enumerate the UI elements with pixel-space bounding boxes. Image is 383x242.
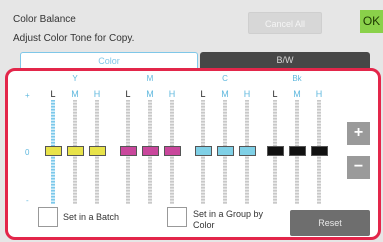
slider-thumb[interactable] bbox=[164, 146, 181, 156]
slider-thumb[interactable] bbox=[89, 146, 106, 156]
channel-header: Y bbox=[72, 74, 78, 83]
tab-bw[interactable]: B/W bbox=[200, 52, 370, 69]
page-title: Color Balance bbox=[13, 14, 76, 25]
slider-thumb[interactable] bbox=[67, 146, 84, 156]
increase-button[interactable]: + bbox=[347, 122, 370, 145]
level-label: H bbox=[168, 89, 176, 99]
level-label: H bbox=[93, 89, 101, 99]
ok-button[interactable]: OK bbox=[360, 10, 383, 33]
reset-button[interactable]: Reset bbox=[290, 210, 370, 236]
slider-thumb[interactable] bbox=[195, 146, 212, 156]
slider-thumb[interactable] bbox=[289, 146, 306, 156]
level-label: L bbox=[272, 89, 278, 99]
scale-minus-label: - bbox=[26, 196, 29, 205]
level-label: M bbox=[71, 89, 79, 99]
tab-color[interactable]: Color bbox=[20, 52, 198, 69]
slider-thumb[interactable] bbox=[217, 146, 234, 156]
set-in-batch-label: Set in a Batch bbox=[63, 212, 120, 222]
level-label: M bbox=[221, 89, 229, 99]
level-label: H bbox=[243, 89, 251, 99]
level-label: L bbox=[125, 89, 131, 99]
decrease-button[interactable]: − bbox=[347, 156, 370, 179]
channel-header: Bk bbox=[292, 74, 302, 83]
scale-plus-label: + bbox=[25, 91, 30, 100]
set-in-group-checkbox[interactable] bbox=[167, 207, 187, 227]
level-label: L bbox=[50, 89, 56, 99]
slider-thumb[interactable] bbox=[239, 146, 256, 156]
channel-header: C bbox=[222, 74, 228, 83]
level-label: M bbox=[293, 89, 301, 99]
slider-thumb[interactable] bbox=[120, 146, 137, 156]
slider-thumb[interactable] bbox=[311, 146, 328, 156]
slider-thumb[interactable] bbox=[267, 146, 284, 156]
set-in-batch-checkbox[interactable] bbox=[38, 207, 58, 227]
level-label: M bbox=[146, 89, 154, 99]
scale-zero-label: 0 bbox=[25, 148, 30, 157]
level-label: L bbox=[200, 89, 206, 99]
channel-header: M bbox=[146, 74, 154, 83]
slider-thumb[interactable] bbox=[142, 146, 159, 156]
slider-thumb[interactable] bbox=[45, 146, 62, 156]
level-label: H bbox=[315, 89, 323, 99]
set-in-group-label: Set in a Group by Color bbox=[193, 209, 264, 230]
page-subtitle: Adjust Color Tone for Copy. bbox=[13, 33, 135, 44]
cancel-all-button[interactable]: Cancel All bbox=[248, 12, 322, 34]
